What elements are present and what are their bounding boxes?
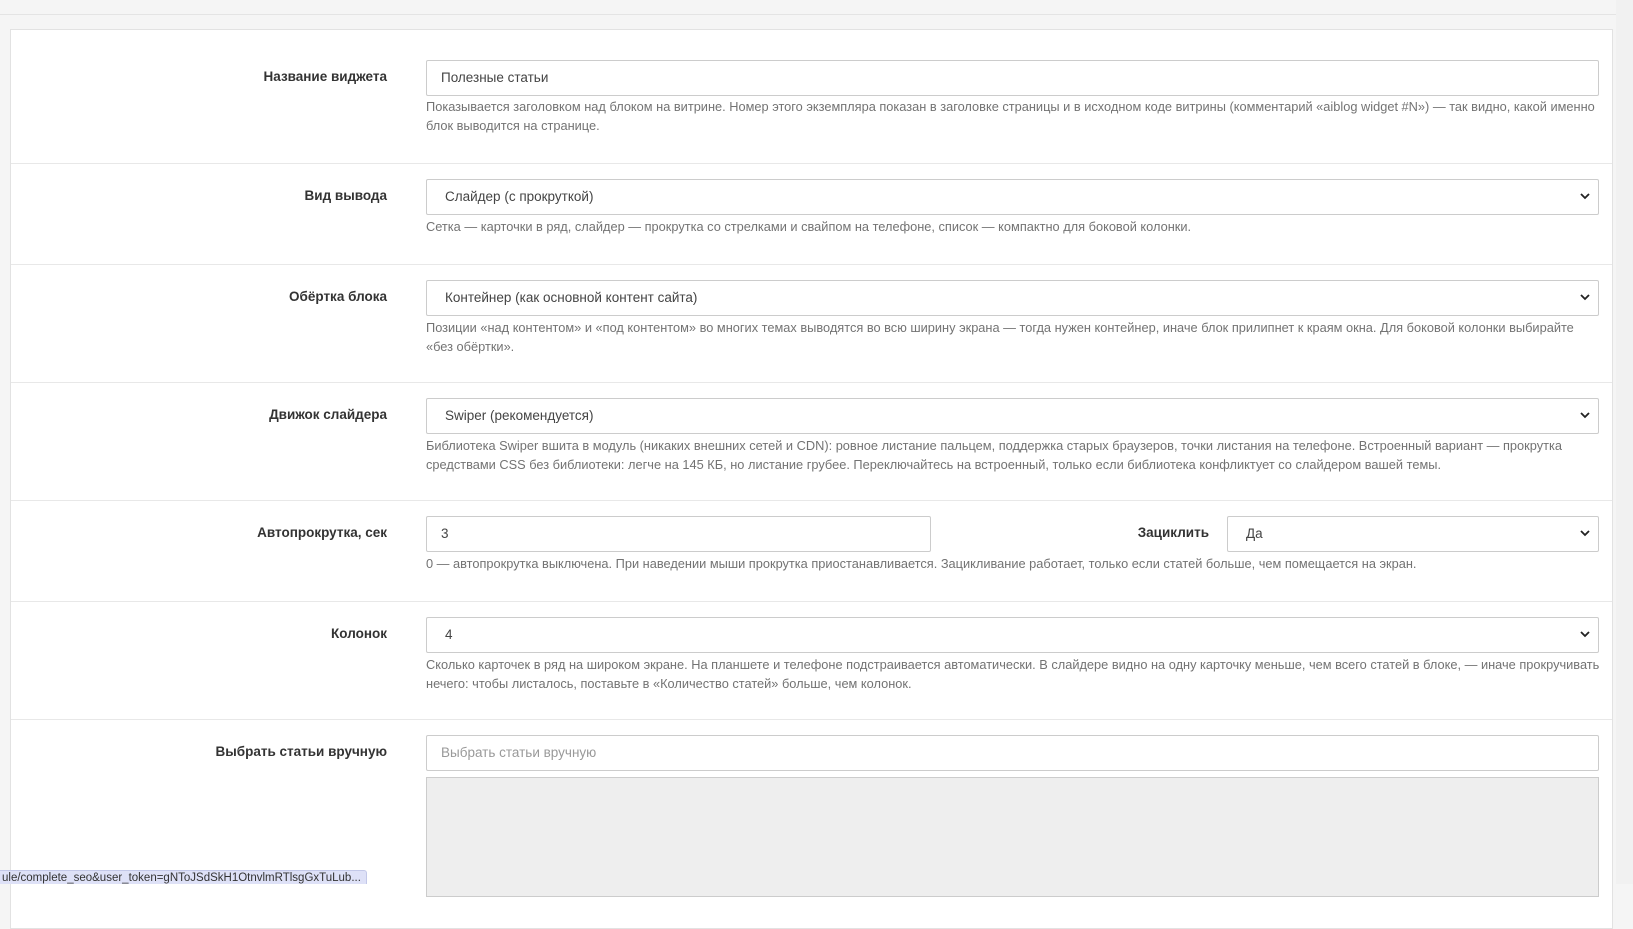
widget-name-help: Показывается заголовком над блоком на ви… [426, 99, 1595, 133]
widget-name-label: Название виджета [263, 69, 387, 84]
row-autoscroll: Автопрокрутка, сек 3 Зациклить Да 0 — ав… [11, 501, 1612, 602]
row-display-type: Вид вывода Слайдер (с прокруткой) Сетка … [11, 164, 1612, 265]
wrapper-label: Обёртка блока [289, 289, 387, 304]
row-slider-engine: Движок слайдера Swiper (рекомендуется) Б… [11, 383, 1612, 501]
chevron-down-icon [1580, 399, 1590, 433]
wrapper-select[interactable]: Контейнер (как основной контент сайта) [426, 280, 1599, 316]
slider-engine-label: Движок слайдера [269, 407, 387, 422]
loop-select[interactable]: Да [1227, 516, 1599, 552]
top-strip [0, 0, 1633, 15]
row-columns: Колонок 4 Сколько карточек в ряд на широ… [11, 602, 1612, 720]
autoscroll-input[interactable]: 3 [426, 516, 931, 552]
loop-label: Зациклить [1137, 525, 1209, 540]
slider-engine-value: Swiper (рекомендуется) [445, 408, 594, 423]
row-manual-articles: Выбрать статьи вручную Выбрать статьи вр… [11, 720, 1612, 920]
widget-name-input[interactable]: Полезные статьи [426, 60, 1599, 96]
wrapper-help: Позиции «над контентом» и «под контентом… [426, 320, 1574, 354]
display-type-help: Сетка — карточки в ряд, слайдер — прокру… [426, 219, 1192, 234]
chevron-down-icon [1580, 180, 1590, 214]
slider-engine-select[interactable]: Swiper (рекомендуется) [426, 398, 1599, 434]
manual-articles-input[interactable]: Выбрать статьи вручную [426, 735, 1599, 771]
columns-label: Колонок [331, 626, 387, 641]
manual-articles-label: Выбрать статьи вручную [215, 744, 387, 759]
autoscroll-label: Автопрокрутка, сек [257, 525, 387, 540]
status-bar-url: ule/complete_seo&user_token=gNToJSdSkH1O… [0, 870, 367, 884]
columns-help: Сколько карточек в ряд на широком экране… [426, 657, 1600, 691]
display-type-select[interactable]: Слайдер (с прокруткой) [426, 179, 1599, 215]
autoscroll-help: 0 — автопрокрутка выключена. При наведен… [426, 556, 1417, 571]
loop-value: Да [1246, 526, 1263, 541]
chevron-down-icon [1580, 618, 1590, 652]
columns-select[interactable]: 4 [426, 617, 1599, 653]
columns-value: 4 [445, 627, 453, 642]
slider-engine-help: Библиотека Swiper вшита в модуль (никаки… [426, 438, 1562, 472]
widget-settings-panel: Название виджета Полезные статьи Показыв… [10, 29, 1613, 929]
chevron-down-icon [1580, 517, 1590, 551]
chevron-down-icon [1580, 281, 1590, 315]
wrapper-value: Контейнер (как основной контент сайта) [445, 290, 698, 305]
row-wrapper: Обёртка блока Контейнер (как основной ко… [11, 265, 1612, 383]
scrollbar-track[interactable] [1616, 0, 1633, 884]
display-type-value: Слайдер (с прокруткой) [445, 189, 594, 204]
selected-articles-box[interactable] [426, 777, 1599, 897]
row-widget-name: Название виджета Полезные статьи Показыв… [11, 30, 1612, 164]
display-type-label: Вид вывода [304, 188, 387, 203]
